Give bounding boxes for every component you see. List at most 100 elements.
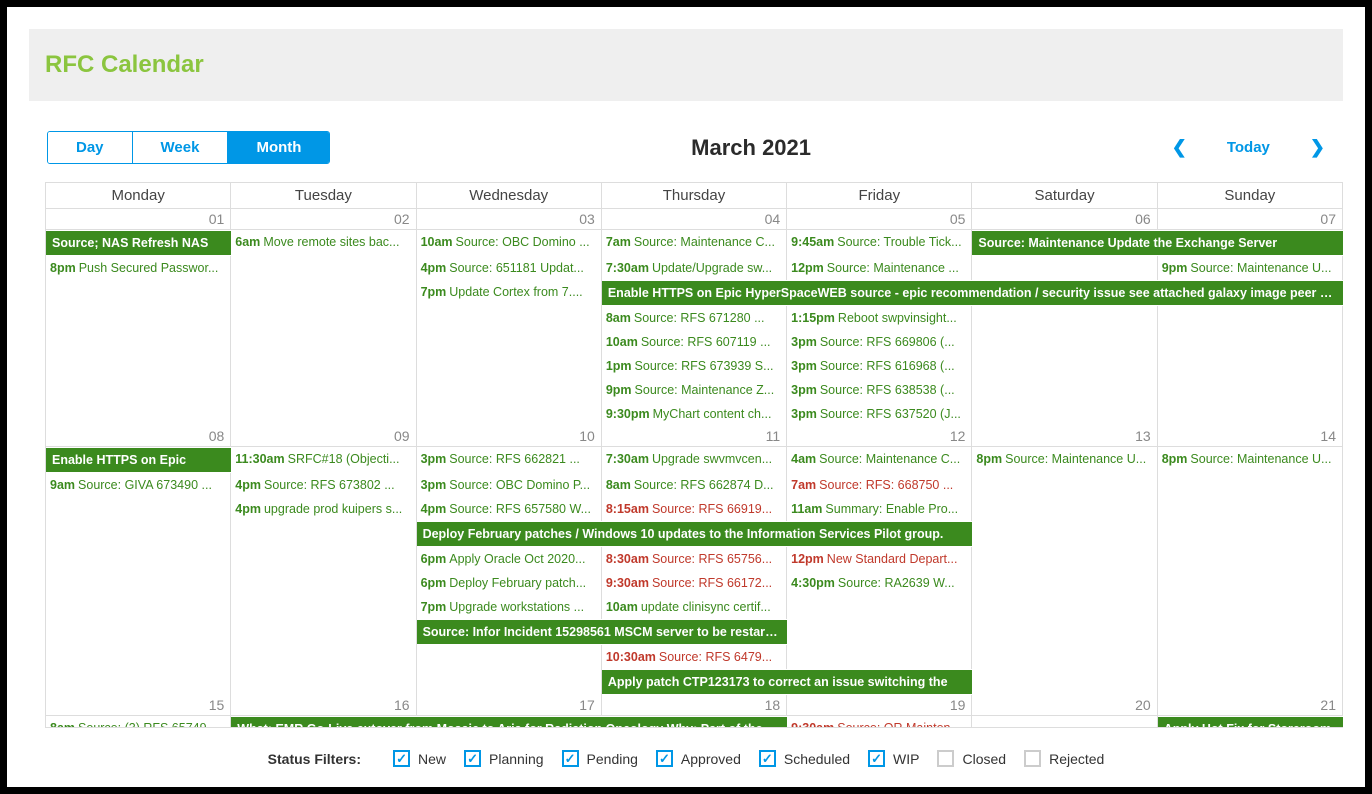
filter-closed[interactable]: Closed — [937, 750, 1006, 767]
calendar-event[interactable]: 8pmSource: Maintenance U... — [1158, 447, 1343, 473]
calendar-event-bar[interactable]: Enable HTTPS on Epic HyperSpaceWEB sourc… — [602, 281, 1343, 305]
day-number[interactable]: 14 — [1158, 426, 1342, 446]
day-number[interactable]: 11 — [602, 426, 786, 446]
day-number[interactable]: 07 — [1158, 209, 1342, 229]
calendar-event[interactable]: 8amSource: (3) RFS 65749... — [46, 716, 231, 727]
filter-wip[interactable]: WIP — [868, 750, 919, 767]
calendar-event[interactable]: 4:30pmSource: RA2639 W... — [787, 571, 972, 595]
day-number[interactable]: 06 — [972, 209, 1156, 229]
checkbox-icon[interactable] — [868, 750, 885, 767]
calendar-event[interactable]: 10:30amSource: RFS 6479... — [602, 645, 787, 669]
calendar-event[interactable]: 8:30amSource: RFS 65756... — [602, 547, 787, 571]
calendar-event-bar[interactable]: Enable HTTPS on Epic — [46, 448, 231, 472]
view-week[interactable]: Week — [132, 132, 228, 163]
day-number[interactable]: 04 — [602, 209, 786, 229]
filter-pending[interactable]: Pending — [562, 750, 638, 767]
checkbox-icon[interactable] — [937, 750, 954, 767]
checkbox-icon[interactable] — [393, 750, 410, 767]
calendar-event-bar[interactable]: Deploy February patches / Windows 10 upd… — [417, 522, 973, 546]
calendar-event[interactable]: 4pmupgrade prod kuipers s... — [231, 497, 416, 521]
calendar-event[interactable]: 6amMove remote sites bac... — [231, 230, 416, 256]
calendar-event[interactable]: 3pmSource: OBC Domino P... — [417, 473, 602, 497]
day-number[interactable]: 02 — [231, 209, 415, 229]
calendar-event[interactable]: 4amSource: Maintenance C... — [787, 447, 972, 473]
calendar-event[interactable]: 1pmSource: RFS 673939 S... — [602, 354, 787, 378]
calendar-event[interactable]: 8pmPush Secured Passwor... — [46, 256, 231, 280]
calendar-event[interactable]: 3pmSource: RFS 638538 (... — [787, 378, 972, 402]
view-day[interactable]: Day — [48, 132, 132, 163]
calendar-event[interactable]: 7:30amUpgrade swvmvcen... — [602, 447, 787, 473]
calendar-event[interactable]: 9:45amSource: Trouble Tick... — [787, 230, 972, 256]
calendar-event[interactable]: 6pmDeploy February patch... — [417, 571, 602, 595]
view-month[interactable]: Month — [227, 132, 329, 163]
calendar-event[interactable]: 11:30amSRFC#18 (Objecti... — [231, 447, 416, 473]
calendar-event[interactable]: 8amSource: RFS 662874 D... — [602, 473, 787, 497]
day-number[interactable]: 12 — [787, 426, 971, 446]
calendar-event[interactable]: 7:30amUpdate/Upgrade sw... — [602, 256, 787, 280]
calendar-event-bar[interactable]: Apply Hot Fix for Storeroom — [1158, 717, 1343, 727]
day-number[interactable]: 19 — [787, 695, 971, 715]
day-number[interactable]: 10 — [417, 426, 601, 446]
calendar-event[interactable]: 3pmSource: RFS 616968 (... — [787, 354, 972, 378]
calendar-event[interactable]: 10amSource: OBC Domino ... — [417, 230, 602, 256]
checkbox-icon[interactable] — [464, 750, 481, 767]
calendar-event[interactable]: 8:15amSource: RFS 66919... — [602, 497, 787, 521]
day-number[interactable]: 08 — [46, 426, 230, 446]
calendar-event[interactable]: 1:15pmReboot swpvinsight... — [787, 306, 972, 330]
calendar-event[interactable]: 8amSource: RFS 671280 ... — [602, 306, 787, 330]
calendar-event-bar[interactable]: Source; NAS Refresh NAS — [46, 231, 231, 255]
checkbox-icon[interactable] — [1024, 750, 1041, 767]
filter-planning[interactable]: Planning — [464, 750, 544, 767]
checkbox-icon[interactable] — [562, 750, 579, 767]
day-number[interactable]: 15 — [46, 695, 230, 715]
calendar-event[interactable]: 9pmSource: Maintenance U... — [1158, 256, 1343, 280]
calendar-scroll[interactable]: MondayTuesdayWednesdayThursdayFridaySatu… — [46, 182, 1343, 727]
filter-rejected[interactable]: Rejected — [1024, 750, 1104, 767]
event-time: 9:30pm — [606, 407, 650, 421]
day-number[interactable]: 03 — [417, 209, 601, 229]
calendar-event[interactable]: 9pmSource: Maintenance Z... — [602, 378, 787, 402]
calendar-event[interactable]: 9:30amSource: RFS 66172... — [602, 571, 787, 595]
today-button[interactable]: Today — [1227, 139, 1270, 156]
calendar-event[interactable]: 7pmUpdate Cortex from 7.... — [417, 280, 602, 306]
calendar-event[interactable]: 9amSource: GIVA 673490 ... — [46, 473, 231, 497]
checkbox-icon[interactable] — [759, 750, 776, 767]
calendar-event[interactable]: 4pmSource: RFS 673802 ... — [231, 473, 416, 497]
prev-icon[interactable]: ❮ — [1172, 137, 1187, 158]
calendar-event-bar[interactable]: Source: Maintenance Update the Exchange … — [972, 231, 1343, 255]
day-number[interactable]: 13 — [972, 426, 1156, 446]
calendar-event[interactable]: 10amSource: RFS 607119 ... — [602, 330, 787, 354]
calendar-event[interactable]: 12pmNew Standard Depart... — [787, 547, 972, 571]
calendar-event[interactable]: 9:30pmMyChart content ch... — [602, 402, 787, 426]
calendar-event[interactable]: 4pmSource: RFS 657580 W... — [417, 497, 602, 521]
calendar-event[interactable]: 8pmSource: Maintenance U... — [972, 447, 1157, 473]
day-number[interactable]: 09 — [231, 426, 415, 446]
calendar-event[interactable]: 3pmSource: RFS 662821 ... — [417, 447, 602, 473]
filter-scheduled[interactable]: Scheduled — [759, 750, 850, 767]
calendar-event[interactable]: 3pmSource: RFS 669806 (... — [787, 330, 972, 354]
calendar-event[interactable]: 12pmSource: Maintenance ... — [787, 256, 972, 280]
calendar-event-bar[interactable]: What: EMR Go-Live cutover from Mosaic to… — [231, 717, 787, 727]
checkbox-icon[interactable] — [656, 750, 673, 767]
calendar-event[interactable]: 11amSummary: Enable Pro... — [787, 497, 972, 521]
calendar-event[interactable]: 4pmSource: 651181 Updat... — [417, 256, 602, 280]
calendar-event[interactable]: 7pmUpgrade workstations ... — [417, 595, 602, 619]
day-number[interactable]: 16 — [231, 695, 415, 715]
next-icon[interactable]: ❯ — [1310, 137, 1325, 158]
calendar-event[interactable]: 9:30amSource: OR Mainten... — [787, 716, 972, 727]
calendar-event[interactable]: 10amupdate clinisync certif... — [602, 595, 787, 619]
filter-approved[interactable]: Approved — [656, 750, 741, 767]
calendar-event[interactable]: 7amSource: RFS: 668750 ... — [787, 473, 972, 497]
day-number[interactable]: 21 — [1158, 695, 1342, 715]
calendar-event-bar[interactable]: Source: Infor Incident 15298561 MSCM ser… — [417, 620, 788, 644]
day-number[interactable]: 01 — [46, 209, 230, 229]
calendar-event[interactable]: 6pmApply Oracle Oct 2020... — [417, 547, 602, 571]
day-number[interactable]: 05 — [787, 209, 971, 229]
day-number[interactable]: 18 — [602, 695, 786, 715]
day-number[interactable]: 20 — [972, 695, 1156, 715]
day-number[interactable]: 17 — [417, 695, 601, 715]
filter-new[interactable]: New — [393, 750, 446, 767]
calendar-event-bar[interactable]: Apply patch CTP123173 to correct an issu… — [602, 670, 973, 694]
calendar-event[interactable]: 7amSource: Maintenance C... — [602, 230, 787, 256]
calendar-event[interactable]: 3pmSource: RFS 637520 (J... — [787, 402, 972, 426]
